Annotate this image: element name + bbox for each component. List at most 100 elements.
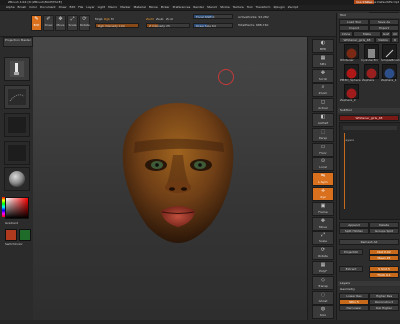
focal-shift-slider[interactable]: Focal Shift 0	[193, 14, 233, 19]
menu-marker[interactable]: Marker	[120, 5, 130, 9]
menu-render[interactable]: Render	[193, 5, 204, 9]
zsub-toggle[interactable]: Zsub	[156, 17, 163, 21]
tool-thumb-zsphere-2[interactable]	[344, 84, 359, 99]
ghost-view-button[interactable]: ◌ Ghost	[312, 290, 334, 305]
del-higher-button[interactable]: Del Higher	[369, 305, 399, 311]
zcut-toggle[interactable]: Zcut	[166, 17, 173, 21]
scale-mode-button[interactable]: ⤢ Scale	[67, 15, 78, 31]
subtool-row-0[interactable]: Whitener_girls_48	[339, 115, 399, 121]
split-hidden-button[interactable]: Split Hidden	[339, 228, 369, 234]
menu-macro[interactable]: Macro	[108, 5, 117, 9]
switch-color-button[interactable]: SwitchColor	[5, 242, 23, 246]
menu-edit[interactable]: Edit	[69, 5, 75, 9]
tool-thumb-zsphere-1[interactable]	[382, 64, 397, 79]
tool-thumb-simplebrush[interactable]	[382, 44, 397, 59]
menu-alpha[interactable]: Alpha	[6, 5, 15, 9]
r-button[interactable]: R	[391, 37, 399, 43]
move-mode-button[interactable]: ✥ Move	[55, 15, 66, 31]
scroll-view-button[interactable]: ✥ Scroll	[312, 68, 334, 83]
del-lower-button[interactable]: Del Lower	[339, 305, 369, 311]
menu-tool[interactable]: Tool	[247, 5, 253, 9]
z-intensity-slider[interactable]: Z Intensity 25	[146, 23, 190, 28]
actual-view-button[interactable]: ◻ Actual	[312, 98, 334, 113]
menu-stencil[interactable]: Stencil	[207, 5, 217, 9]
menu-zplugin[interactable]: Zplugin	[273, 5, 284, 9]
menu-file[interactable]: File	[78, 5, 83, 9]
menu-texture[interactable]: Texture	[233, 5, 244, 9]
local-view-button[interactable]: ⊙ Local	[312, 157, 334, 172]
solo-view-button[interactable]: ◍ Solo	[312, 305, 334, 320]
move-icon: ✥	[58, 16, 63, 22]
mean-slider[interactable]: Mean 25	[369, 255, 399, 261]
polyf-view-button[interactable]: ▦ PolyF	[312, 261, 334, 275]
menu-document[interactable]: Document	[40, 5, 56, 9]
edit-mode-button[interactable]: ✎ Edit	[31, 15, 42, 31]
menu-transform[interactable]: Transform	[256, 5, 271, 9]
zoom-view-button[interactable]: ⌕ Zoom	[312, 83, 334, 98]
menu-color[interactable]: Color	[29, 5, 37, 9]
brush-selector[interactable]	[4, 57, 30, 81]
tool-thumb-zsphere[interactable]	[364, 64, 379, 79]
lsym-view-button[interactable]: ⇋ L.Sym	[312, 172, 334, 187]
default-script-button[interactable]: DefaultZScript	[377, 0, 399, 4]
tool-thumb-main[interactable]	[344, 44, 359, 59]
secondary-color-swatch[interactable]	[19, 229, 31, 241]
document-canvas[interactable]	[33, 37, 307, 320]
floor-icon: ▭	[320, 143, 326, 150]
visible-button[interactable]: Visible	[375, 37, 391, 43]
stroke-selector[interactable]	[4, 85, 30, 109]
main-color-swatch[interactable]	[5, 229, 17, 241]
layers-header[interactable]: Layers	[338, 281, 400, 286]
menu-layer[interactable]: Layer	[86, 5, 94, 9]
menu-material[interactable]: Material	[134, 5, 146, 9]
menus-toggle[interactable]: Menus DefaultZScript	[367, 0, 400, 4]
frame-view-button[interactable]: ▣ Frame	[312, 201, 334, 216]
menu-brush[interactable]: Brush	[18, 5, 27, 9]
alpha-selector[interactable]	[4, 113, 30, 137]
menu-draw[interactable]: Draw	[59, 5, 67, 9]
draw-size-slider[interactable]: Draw Size 64	[193, 23, 233, 28]
projection-master-button[interactable]: Projection Master	[3, 37, 33, 47]
rgb-toggle[interactable]: Rgb	[104, 17, 110, 21]
subtool-scrollbar[interactable]	[344, 133, 345, 209]
xyz-view-button[interactable]: ✛ Xyz	[312, 187, 334, 201]
tool-thumb-pm3d-sphere[interactable]	[344, 64, 359, 79]
move-view-button[interactable]: ✥ Move	[312, 216, 334, 231]
project-all-button[interactable]: ProjectAll	[339, 249, 363, 255]
transp-view-button[interactable]: ◇ Transp	[312, 275, 334, 290]
m-toggle[interactable]: M	[111, 17, 114, 21]
subtool-header[interactable]: SubTool	[338, 108, 400, 113]
menu-zscript[interactable]: Zscript	[288, 5, 298, 9]
scale-view-button[interactable]: ⤢ Scale	[312, 231, 334, 246]
color-picker[interactable]	[5, 197, 29, 219]
geometry-header[interactable]: Geometry	[338, 287, 400, 292]
menu-preferences[interactable]: Preferences	[173, 5, 191, 9]
draw-mode-button[interactable]: ✐ Draw	[43, 15, 54, 31]
texture-selector[interactable]	[4, 141, 30, 165]
tool-thumb-cylinder[interactable]	[364, 44, 379, 59]
rgb-intensity-slider[interactable]: Rgb Intensity 100	[95, 23, 139, 28]
spix-view-button[interactable]: ▦ SPix	[312, 53, 334, 68]
gradient-label[interactable]: Gradient	[5, 221, 18, 225]
extract-button[interactable]: Extract	[339, 266, 363, 272]
groups-split-button[interactable]: Groups Split	[369, 228, 399, 234]
rotate-mode-button[interactable]: ⟳ Rotate	[79, 15, 90, 31]
tool-palette-header[interactable]: Tool	[338, 13, 400, 18]
menu-stroke[interactable]: Stroke	[220, 5, 230, 9]
rotate-view-button[interactable]: ⟳ Rotate	[312, 246, 334, 261]
menu-movie[interactable]: Movie	[149, 5, 158, 9]
window-title: ZBrush 4.R4 [D:\ZBrush\FACE\FACE]	[8, 0, 62, 4]
thick-slider[interactable]: Thick 0.1	[369, 272, 399, 278]
menu-light[interactable]: Light	[98, 5, 106, 9]
zadd-toggle[interactable]: Zadd	[146, 17, 154, 21]
aahalf-view-button[interactable]: ◧ AAHalf	[312, 113, 334, 127]
mrgb-toggle[interactable]: Mrgb	[95, 17, 103, 21]
remesh-all-button[interactable]: Remesh All	[339, 239, 399, 245]
material-selector[interactable]	[4, 167, 30, 191]
transp-icon: ◇	[321, 276, 325, 283]
bpr-view-button[interactable]: ◐ BPR	[312, 39, 334, 53]
subtool-list[interactable]: Layers	[339, 122, 400, 220]
menu-picker[interactable]: Picker	[161, 5, 170, 9]
persp-view-button[interactable]: ⬚ Persp	[312, 127, 334, 142]
floor-view-button[interactable]: ▭ Floor	[312, 142, 334, 157]
